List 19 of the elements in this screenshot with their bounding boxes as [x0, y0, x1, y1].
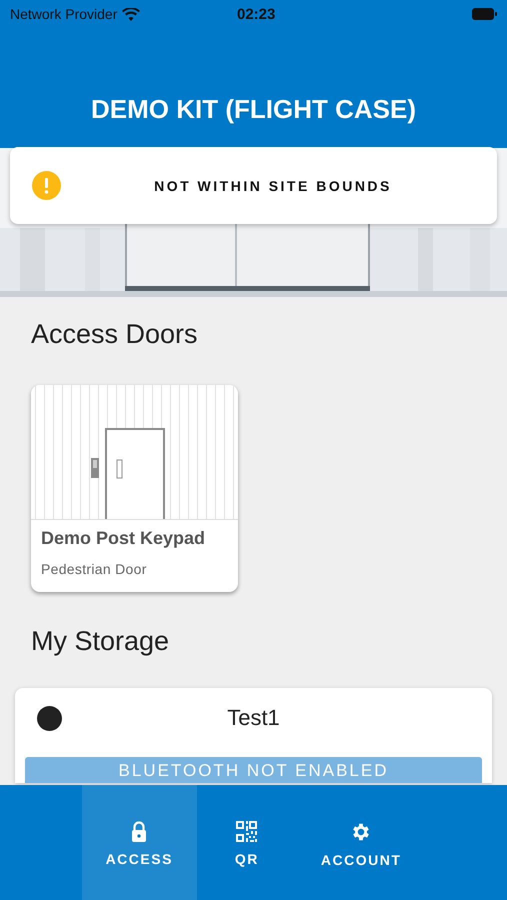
- alert-message: NOT WITHIN SITE BOUNDS: [153, 178, 393, 194]
- nav-tab[interactable]: ACCESS: [82, 785, 197, 900]
- wifi-icon: [122, 8, 140, 20]
- lock-icon: [131, 821, 148, 842]
- nav-tab[interactable]: ACCOUNT: [296, 785, 426, 900]
- door-type: Pedestrian Door: [41, 561, 148, 577]
- battery-icon: [472, 8, 497, 20]
- status-dot: [37, 706, 62, 730]
- clock-time: 02:23: [237, 6, 276, 22]
- door-card[interactable]: Demo Post Keypad Pedestrian Door: [31, 385, 238, 592]
- nav-tab[interactable]: QR: [196, 785, 297, 900]
- qr-code-icon: [236, 821, 258, 842]
- page-title: DEMO KIT (FLIGHT CASE): [90, 94, 417, 125]
- carrier-name: Network Provider: [10, 6, 118, 22]
- door-name: Demo Post Keypad: [41, 528, 206, 549]
- warning-icon: [32, 171, 61, 200]
- section-heading: Access Doors: [31, 319, 199, 350]
- storage-name: Test1: [227, 705, 280, 731]
- section-heading: My Storage: [31, 626, 170, 657]
